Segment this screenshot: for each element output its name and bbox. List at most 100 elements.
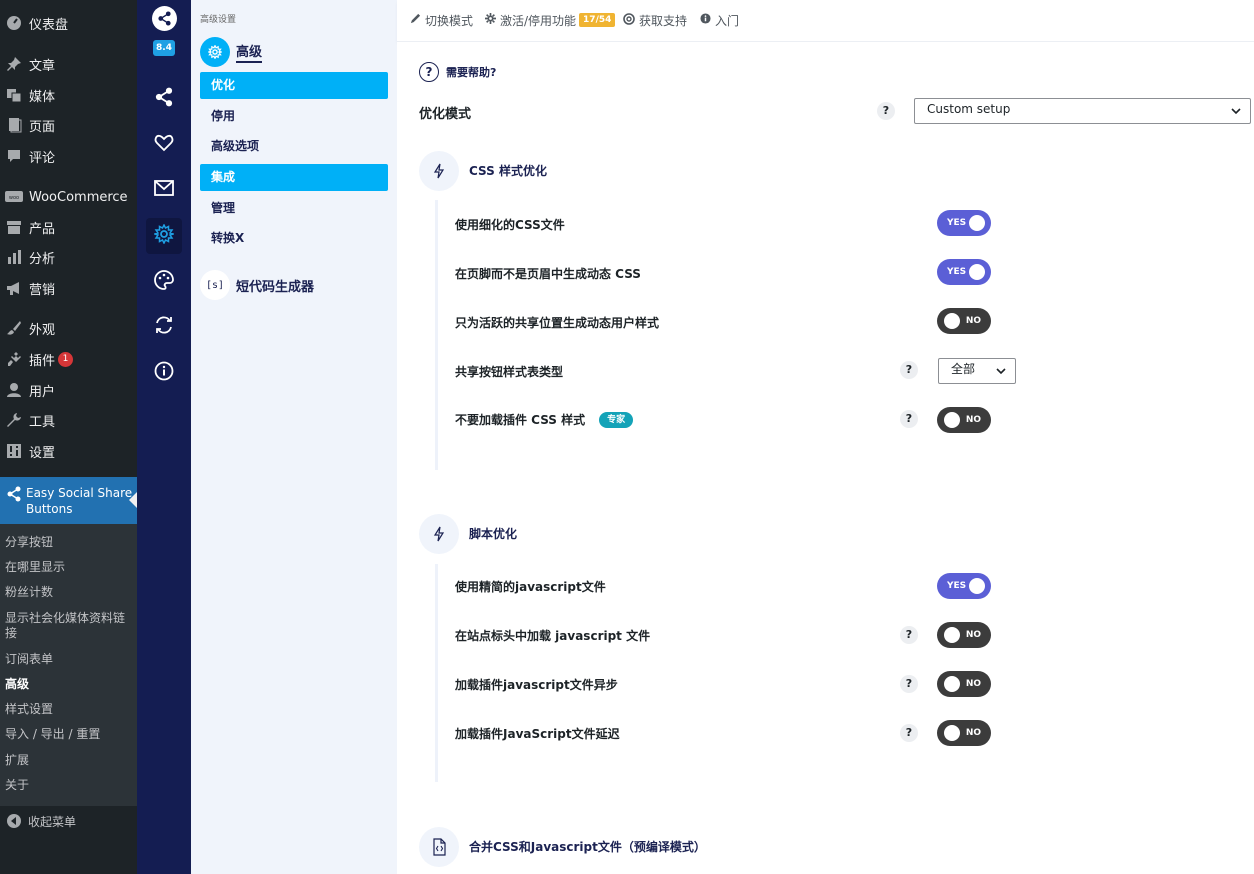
toggle-state: YES: [947, 218, 967, 228]
wp-menu-tools[interactable]: 工具: [0, 406, 137, 434]
script-optimization-section-header: 脚本优化: [419, 514, 558, 554]
toggle-knob: [944, 725, 960, 741]
toggle-knob: [944, 676, 960, 692]
toggle-knob: [969, 215, 985, 231]
share-icon: [154, 87, 174, 111]
toggle-dynamic-css-footer[interactable]: YES: [937, 259, 991, 285]
wp-menu-easy-social-share[interactable]: Easy Social Share Buttons: [0, 477, 137, 524]
toggle-minified-js[interactable]: YES: [937, 573, 991, 599]
nav-item-integrations[interactable]: 集成: [200, 164, 388, 191]
merge-files-section-header: 合并CSS和Javascript文件（预编译模式）: [419, 827, 746, 867]
need-help-link[interactable]: ? 需要帮助?: [419, 62, 496, 82]
submenu-item-extensions[interactable]: 扩展: [5, 753, 130, 768]
submenu-item-share-buttons[interactable]: 分享按钮: [5, 535, 130, 550]
wp-menu-label: 评论: [29, 150, 56, 166]
pin-icon: [3, 55, 25, 73]
wp-menu-pages[interactable]: 页面: [0, 111, 137, 139]
toggle-js-in-header[interactable]: NO: [937, 622, 991, 648]
svg-text:woo: woo: [9, 195, 19, 201]
submenu-item-followers-counter[interactable]: 粉丝计数: [5, 585, 130, 600]
wp-menu-comments[interactable]: 评论: [0, 142, 137, 170]
wp-menu-appearance[interactable]: 外观: [0, 314, 137, 342]
toggle-knob: [944, 313, 960, 329]
option-label: 共享按钮样式表类型: [455, 365, 564, 379]
wp-menu-marketing[interactable]: 营销: [0, 274, 137, 302]
toggle-state: NO: [965, 415, 981, 425]
submenu-item-import-export[interactable]: 导入 / 导出 / 重置: [5, 727, 130, 742]
rail-about-button[interactable]: [146, 355, 182, 391]
features-count-badge: 17/54: [579, 13, 616, 27]
wp-menu-dashboard[interactable]: 仪表盘: [0, 9, 137, 37]
toggle-js-defer[interactable]: NO: [937, 720, 991, 746]
rail-style-button[interactable]: [146, 264, 182, 300]
toggle-disable-plugin-css[interactable]: NO: [937, 407, 991, 433]
toggle-knob: [969, 578, 985, 594]
plug-icon: [3, 350, 25, 368]
wp-menu-label: 仪表盘: [29, 17, 69, 33]
pencil-icon: [410, 13, 421, 27]
wp-menu-products[interactable]: 产品: [0, 213, 137, 241]
nav-section-advanced[interactable]: 高级: [200, 37, 390, 67]
submenu-item-advanced[interactable]: 高级: [5, 677, 130, 692]
mode-help-icon[interactable]: ?: [877, 102, 895, 120]
nav-kicker: 高级设置: [200, 15, 237, 25]
nav-section-title: 短代码生成器: [236, 279, 315, 295]
features-link[interactable]: 激活/停用功能 17/54: [485, 11, 616, 29]
lightning-icon: [419, 514, 459, 554]
optimization-mode-value: Custom setup: [927, 102, 1011, 116]
wp-menu-label: 设置: [29, 445, 56, 461]
option-label-row: 不要加载插件 CSS 样式 专家: [455, 411, 634, 428]
expert-tag: 专家: [599, 411, 634, 428]
rail-subscribe-button[interactable]: [146, 172, 182, 208]
plugin-top-bar: 切换模式 激活/停用功能 17/54 获取支持 入门: [397, 0, 1254, 42]
submenu-item-subscribe-forms[interactable]: 订阅表单: [5, 652, 130, 667]
stylesheet-type-select[interactable]: 全部: [938, 358, 1016, 384]
toggle-state: NO: [965, 728, 981, 738]
sliders-icon: [3, 442, 25, 460]
support-link[interactable]: 获取支持: [623, 11, 687, 29]
wp-menu-plugins[interactable]: 插件 1: [0, 345, 137, 373]
option-help-icon[interactable]: ?: [900, 626, 918, 644]
wp-admin-sidebar: 仪表盘 文章 媒体 页面 评论 woo WooCommerce 产品 分析 营销…: [0, 0, 137, 874]
option-help-icon[interactable]: ?: [900, 675, 918, 693]
submenu-item-style-settings[interactable]: 样式设置: [5, 702, 130, 717]
submenu-item-where-to-display[interactable]: 在哪里显示: [5, 560, 130, 575]
wp-menu-users[interactable]: 用户: [0, 376, 137, 404]
submenu-item-about[interactable]: 关于: [5, 778, 130, 793]
toggle-state: YES: [947, 267, 967, 277]
wp-menu-posts[interactable]: 文章: [0, 50, 137, 78]
collapse-menu-button[interactable]: 收起菜单: [0, 808, 137, 834]
gear-icon: [152, 223, 176, 248]
wp-menu-settings[interactable]: 设置: [0, 437, 137, 465]
option-help-icon[interactable]: ?: [900, 410, 918, 428]
wp-menu-label: WooCommerce: [29, 189, 128, 205]
nav-item-conversionsx[interactable]: 转换X: [200, 225, 388, 252]
wp-menu-woocommerce[interactable]: woo WooCommerce: [0, 183, 137, 211]
rail-advanced-button[interactable]: [146, 218, 182, 254]
wp-menu-media[interactable]: 媒体: [0, 81, 137, 109]
rail-followers-button[interactable]: [146, 127, 182, 163]
section-rail: [435, 564, 438, 782]
option-help-icon[interactable]: ?: [900, 724, 918, 742]
nav-item-administration[interactable]: 管理: [200, 195, 388, 222]
option-help-icon[interactable]: ?: [900, 361, 918, 379]
optimization-mode-select[interactable]: Custom setup: [914, 98, 1251, 124]
toggle-minified-css[interactable]: YES: [937, 210, 991, 236]
toggle-dynamic-user-styles[interactable]: NO: [937, 308, 991, 334]
nav-item-optimization[interactable]: 优化: [200, 72, 388, 99]
submenu-item-profile-links[interactable]: 显示社会化媒体资料链接: [5, 611, 130, 641]
nav-item-advanced-options[interactable]: 高级选项: [200, 133, 388, 160]
lifebuoy-icon: [623, 12, 635, 28]
chevron-down-icon: [1231, 108, 1241, 115]
nav-item-deactivate[interactable]: 停用: [200, 103, 388, 130]
rail-import-export-button[interactable]: [146, 309, 182, 345]
getting-started-link[interactable]: 入门: [700, 11, 739, 29]
page-icon: [3, 116, 25, 134]
wp-menu-analytics[interactable]: 分析: [0, 243, 137, 271]
share-icon: [3, 485, 25, 502]
switch-mode-link[interactable]: 切换模式: [410, 11, 473, 29]
nav-section-shortcode[interactable]: [s] 短代码生成器: [200, 270, 390, 300]
toggle-js-async[interactable]: NO: [937, 671, 991, 697]
rail-share-button[interactable]: [146, 81, 182, 117]
question-circle-icon: ?: [419, 62, 439, 82]
